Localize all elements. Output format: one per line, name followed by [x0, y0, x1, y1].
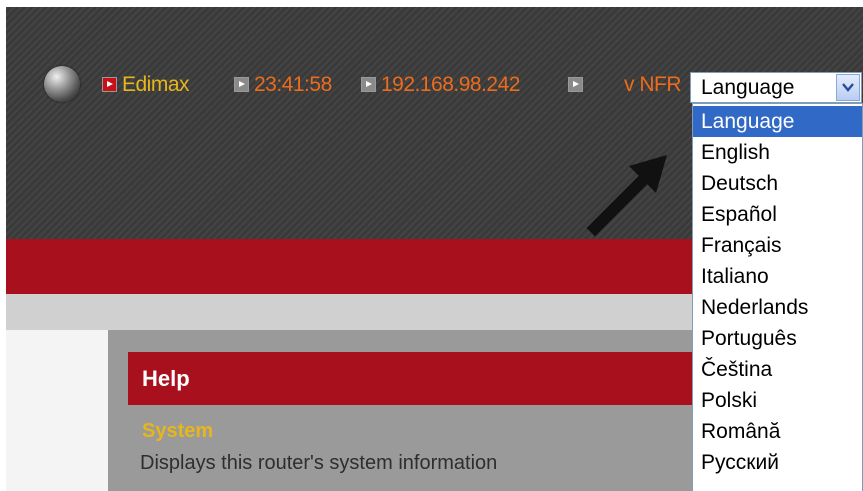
language-option[interactable]: Română	[693, 416, 862, 447]
firmware-version: v NFR	[624, 73, 682, 96]
language-option[interactable]: Español	[693, 199, 862, 230]
help-title: Help	[142, 366, 190, 391]
language-option[interactable]: Language	[693, 106, 862, 137]
language-option[interactable]: Русский	[693, 447, 862, 478]
chevron-down-icon[interactable]	[836, 74, 860, 101]
help-section-description: Displays this router's system informatio…	[140, 452, 498, 474]
language-option[interactable]: Deutsch	[693, 168, 862, 199]
brand-name: Edimax	[122, 73, 190, 96]
language-option[interactable]: Polski	[693, 385, 862, 416]
language-option[interactable]: Čeština	[693, 354, 862, 385]
arrow-marker-icon	[234, 77, 249, 92]
language-option[interactable]: Nederlands	[693, 292, 862, 323]
arrow-marker-icon	[361, 77, 376, 92]
language-select[interactable]: Language	[690, 72, 862, 103]
pointer-arrow-icon	[586, 155, 667, 237]
arrow-marker-icon	[568, 77, 583, 92]
globe-icon	[44, 66, 80, 102]
language-option[interactable]: Português	[693, 323, 862, 354]
language-option[interactable]: Français	[693, 230, 862, 261]
ip-address: 192.168.98.242	[381, 73, 520, 96]
left-panel	[6, 330, 108, 491]
language-dropdown-list: Language English Deutsch Español Françai…	[692, 103, 863, 491]
language-option[interactable]: Italiano	[693, 261, 862, 292]
language-option[interactable]: English	[693, 137, 862, 168]
arrow-marker-icon	[102, 77, 117, 92]
language-select-value: Language	[701, 76, 795, 99]
clock-time: 23:41:58	[254, 73, 332, 96]
help-section-title: System	[142, 420, 214, 442]
